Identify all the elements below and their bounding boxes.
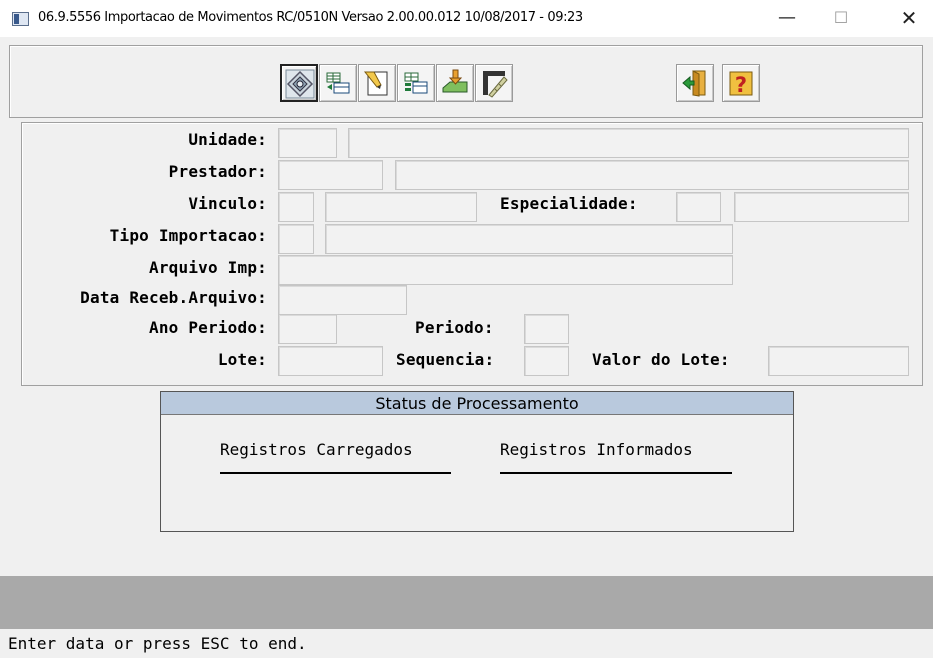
svg-text:?: ? <box>735 73 747 97</box>
vinculo-label: Vinculo: <box>188 194 267 213</box>
process-button[interactable] <box>280 64 318 102</box>
download-icon <box>442 69 468 93</box>
especialidade-code-field[interactable] <box>676 192 721 222</box>
registros-carregados-underline <box>220 472 451 474</box>
import-table-icon <box>326 72 350 94</box>
unidade-code-field[interactable] <box>278 128 337 158</box>
tipo-importacao-desc-field[interactable] <box>325 224 733 254</box>
status-panel-title: Status de Processamento <box>161 392 793 415</box>
unidade-desc-field[interactable] <box>348 128 909 158</box>
registros-carregados-label: Registros Carregados <box>220 440 413 459</box>
window-title: 06.9.5556 Importacao de Movimentos RC/05… <box>38 10 583 25</box>
tipo-importacao-label: Tipo Importacao: <box>109 226 267 245</box>
vinculo-code-field[interactable] <box>278 192 314 222</box>
lote-field[interactable] <box>278 346 383 376</box>
status-message: Enter data or press ESC to end. <box>8 634 307 653</box>
data-receb-label: Data Receb.Arquivo: <box>80 288 267 307</box>
help-button[interactable]: ? <box>722 64 760 102</box>
vinculo-desc-field[interactable] <box>325 192 477 222</box>
edit-document-icon <box>363 71 388 96</box>
valor-lote-label: Valor do Lote: <box>592 350 730 369</box>
lote-label: Lote: <box>217 350 267 369</box>
exit-door-icon <box>682 70 706 97</box>
app-icon <box>12 12 29 26</box>
close-icon[interactable]: ✕ <box>885 0 933 37</box>
especialidade-label: Especialidade: <box>500 194 638 213</box>
ano-periodo-label: Ano Periodo: <box>149 318 267 337</box>
import-table-button[interactable] <box>319 64 357 102</box>
ano-periodo-field[interactable] <box>278 314 337 344</box>
grid-icon <box>404 72 428 94</box>
data-receb-field[interactable] <box>278 285 407 315</box>
unidade-label: Unidade: <box>188 130 267 149</box>
especialidade-desc-field[interactable] <box>734 192 909 222</box>
periodo-label: Periodo: <box>415 318 494 337</box>
tipo-importacao-code-field[interactable] <box>278 224 314 254</box>
minimize-icon[interactable]: — <box>763 0 811 37</box>
registros-informados-label: Registros Informados <box>500 440 693 459</box>
ruler-icon <box>483 71 508 98</box>
prestador-code-field[interactable] <box>278 160 383 190</box>
registros-informados-underline <box>500 472 732 474</box>
arquivo-imp-label: Arquivo Imp: <box>149 258 267 277</box>
ruler-button[interactable] <box>475 64 513 102</box>
exit-button[interactable] <box>676 64 714 102</box>
sequencia-label: Sequencia: <box>396 350 495 369</box>
arquivo-imp-field[interactable] <box>278 255 733 285</box>
maximize-icon[interactable]: ☐ <box>817 0 865 37</box>
process-icon <box>285 69 315 99</box>
prestador-desc-field[interactable] <box>395 160 909 190</box>
prestador-label: Prestador: <box>168 162 267 181</box>
sequencia-field[interactable] <box>524 346 569 376</box>
edit-document-button[interactable] <box>358 64 396 102</box>
message-area <box>0 576 933 629</box>
valor-lote-field[interactable] <box>768 346 909 376</box>
periodo-field[interactable] <box>524 314 569 344</box>
download-button[interactable] <box>436 64 474 102</box>
grid-button[interactable] <box>397 64 435 102</box>
help-icon: ? <box>729 71 753 97</box>
